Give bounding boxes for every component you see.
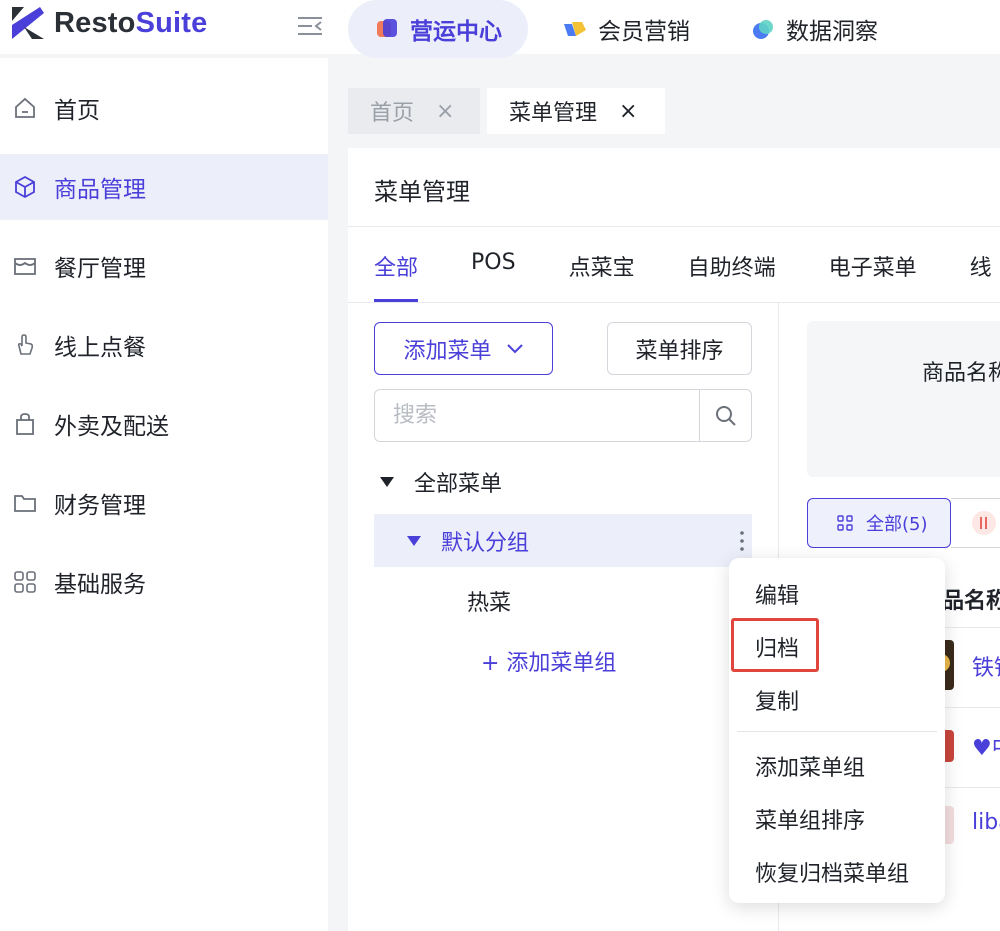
- caret-down-icon[interactable]: [380, 477, 394, 487]
- sidebar-item-restaurant-management[interactable]: 餐厅管理: [0, 233, 328, 299]
- product-name-link[interactable]: liba: [972, 810, 1000, 835]
- sidebar-item-basic-services[interactable]: 基础服务: [0, 549, 328, 615]
- data-insight-icon: [753, 20, 773, 39]
- tree-node-hot-dishes[interactable]: 热菜: [467, 585, 511, 617]
- sidebar-item-label: 线上点餐: [54, 335, 146, 361]
- ops-center-icon: [377, 19, 397, 37]
- sort-menu-label: 菜单排序: [635, 338, 724, 364]
- tree-node-default-group[interactable]: 默认分组: [374, 514, 752, 567]
- brand-logo[interactable]: RestoSuite: [10, 5, 207, 41]
- tab-pos[interactable]: POS: [471, 250, 516, 302]
- tree-node-label: 全部菜单: [414, 472, 503, 497]
- brand-name: RestoSuite: [54, 6, 208, 39]
- topnav-ops-center[interactable]: 营运中心: [348, 0, 528, 58]
- folder-icon: [14, 495, 36, 512]
- hand-tap-icon: [17, 334, 34, 355]
- top-bar: RestoSuite 营运中心 会员营销 数据洞察: [0, 0, 1000, 58]
- store-icon: [14, 258, 36, 275]
- sidebar-item-label: 外卖及配送: [54, 414, 169, 440]
- search-input[interactable]: [375, 390, 699, 441]
- grid-icon: [14, 571, 36, 593]
- add-menu-group-label: + 添加菜单组: [481, 651, 617, 676]
- tree-node-label: 热菜: [467, 591, 512, 616]
- category-chip-all[interactable]: 全部(5): [807, 498, 951, 548]
- utensils-icon: [972, 511, 996, 535]
- chevron-down-icon: [506, 343, 523, 353]
- sidebar-item-label: 餐厅管理: [54, 256, 146, 282]
- menu-item-sort-menu-groups[interactable]: 菜单组排序: [755, 803, 865, 835]
- home-icon: [15, 97, 35, 118]
- page-tab-label: 菜单管理: [509, 101, 598, 126]
- collapse-sidebar-icon[interactable]: [296, 13, 324, 39]
- caret-down-icon[interactable]: [407, 535, 421, 546]
- page-tab-menu-management[interactable]: 菜单管理 ×: [487, 88, 665, 134]
- close-icon[interactable]: ×: [436, 99, 454, 124]
- sidebar-item-product-management[interactable]: 商品管理: [0, 154, 328, 220]
- sidebar-item-home[interactable]: 首页: [0, 75, 328, 141]
- tab-order-pad[interactable]: 点菜宝: [569, 250, 635, 302]
- brand-logo-icon: [12, 7, 44, 39]
- filter-card: 商品名称: [807, 321, 1000, 477]
- channel-tabs: 全部 POS 点菜宝 自助终端 电子菜单 线: [374, 250, 1000, 302]
- topnav-ops-center-label: 营运中心: [410, 19, 502, 45]
- title-divider: [348, 226, 1000, 227]
- topnav-member-marketing-label: 会员营销: [598, 19, 690, 45]
- more-vertical-icon[interactable]: [738, 530, 746, 552]
- search-button[interactable]: [699, 390, 751, 441]
- box-icon: [15, 175, 35, 199]
- tab-self-service-kiosk[interactable]: 自助终端: [688, 250, 776, 302]
- topnav-data-insight-label: 数据洞察: [786, 19, 878, 45]
- sidebar-item-label: 财务管理: [54, 493, 146, 519]
- member-marketing-icon: [564, 22, 586, 36]
- sort-menu-button[interactable]: 菜单排序: [607, 322, 752, 375]
- sidebar-item-label: 基础服务: [54, 572, 146, 598]
- tabs-divider: [348, 302, 1000, 303]
- sidebar-item-online-ordering[interactable]: 线上点餐: [0, 312, 328, 378]
- tree-node-all-menus[interactable]: 全部菜单: [380, 466, 502, 498]
- topnav-data-insight[interactable]: 数据洞察: [724, 0, 904, 58]
- sidebar-item-finance-management[interactable]: 财务管理: [0, 470, 328, 536]
- menu-divider: [737, 731, 937, 732]
- category-chip-food[interactable]: [951, 498, 1000, 548]
- archive-highlight-box: [731, 618, 819, 672]
- menu-item-edit[interactable]: 编辑: [755, 578, 799, 610]
- search-box: [374, 389, 752, 442]
- menu-item-restore-archived-groups[interactable]: 恢复归档菜单组: [755, 856, 909, 888]
- tab-online[interactable]: 线: [970, 250, 992, 302]
- sidebar-item-takeout-delivery[interactable]: 外卖及配送: [0, 391, 328, 457]
- tree-node-label: 默认分组: [441, 530, 530, 556]
- add-menu-group-link[interactable]: + 添加菜单组: [481, 645, 616, 677]
- product-name-link[interactable]: 铁铂: [972, 650, 1000, 682]
- page-title: 菜单管理: [374, 178, 470, 206]
- add-menu-button[interactable]: 添加菜单: [374, 322, 553, 375]
- sidebar: 首页 商品管理 餐厅管理 线上点餐 外卖及配送 财务管理 基础服务: [0, 58, 328, 931]
- tab-all[interactable]: 全部: [374, 250, 419, 302]
- page-tab-label: 首页: [370, 101, 415, 126]
- menu-group-context-menu: 编辑 归档 复制 添加菜单组 菜单组排序 恢复归档菜单组: [729, 558, 945, 903]
- product-name-filter-label: 商品名称: [922, 361, 1000, 386]
- sidebar-item-label: 商品管理: [54, 177, 146, 203]
- page-tab-home[interactable]: 首页 ×: [348, 88, 480, 134]
- menu-item-copy[interactable]: 复制: [755, 684, 799, 716]
- grid-icon: [837, 515, 853, 531]
- search-icon: [715, 405, 736, 426]
- close-icon[interactable]: ×: [619, 99, 637, 124]
- add-menu-label: 添加菜单: [403, 338, 492, 364]
- tab-e-menu[interactable]: 电子菜单: [829, 250, 917, 302]
- menu-item-add-menu-group[interactable]: 添加菜单组: [755, 750, 865, 782]
- product-name-link[interactable]: ♥中: [972, 730, 1000, 762]
- top-nav: 营运中心 会员营销 数据洞察: [348, 0, 912, 58]
- product-name-column-header: 品名称: [942, 589, 1000, 614]
- topnav-member-marketing[interactable]: 会员营销: [536, 0, 716, 58]
- category-chip-label: 全部(5): [866, 514, 928, 535]
- bag-icon: [16, 413, 34, 435]
- sidebar-item-label: 首页: [54, 98, 100, 124]
